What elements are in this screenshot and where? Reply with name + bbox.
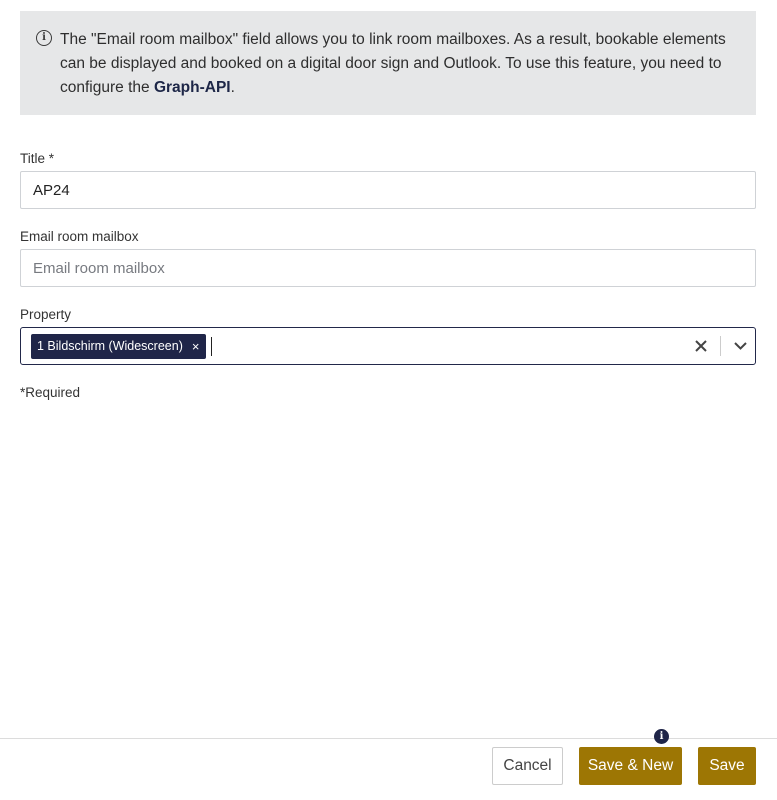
save-button[interactable]: Save: [698, 747, 756, 785]
email-room-mailbox-label: Email room mailbox: [20, 229, 139, 244]
chevron-down-icon[interactable]: [725, 327, 755, 365]
chip-remove-icon[interactable]: ×: [192, 339, 200, 354]
property-label: Property: [20, 307, 72, 322]
text-caret: [211, 336, 213, 356]
info-circle-icon: i: [36, 30, 52, 46]
required-note: *Required: [20, 385, 81, 400]
graph-api-link[interactable]: Graph-API: [154, 79, 231, 96]
cancel-button[interactable]: Cancel: [492, 747, 563, 785]
info-banner: i The "Email room mailbox" field allows …: [20, 11, 756, 115]
property-chip-label: 1 Bildschirm (Widescreen): [37, 339, 183, 353]
clear-icon[interactable]: [686, 327, 716, 365]
property-chip: 1 Bildschirm (Widescreen) ×: [31, 333, 207, 359]
title-input[interactable]: [20, 171, 756, 209]
info-text-end: .: [230, 79, 235, 96]
email-room-mailbox-input[interactable]: [20, 249, 756, 287]
save-and-new-button[interactable]: Save & New: [579, 747, 682, 785]
info-hint-icon[interactable]: i: [654, 729, 669, 744]
property-select[interactable]: 1 Bildschirm (Widescreen) ×: [20, 327, 756, 365]
select-separator: [720, 336, 721, 356]
title-label: Title *: [20, 151, 55, 166]
